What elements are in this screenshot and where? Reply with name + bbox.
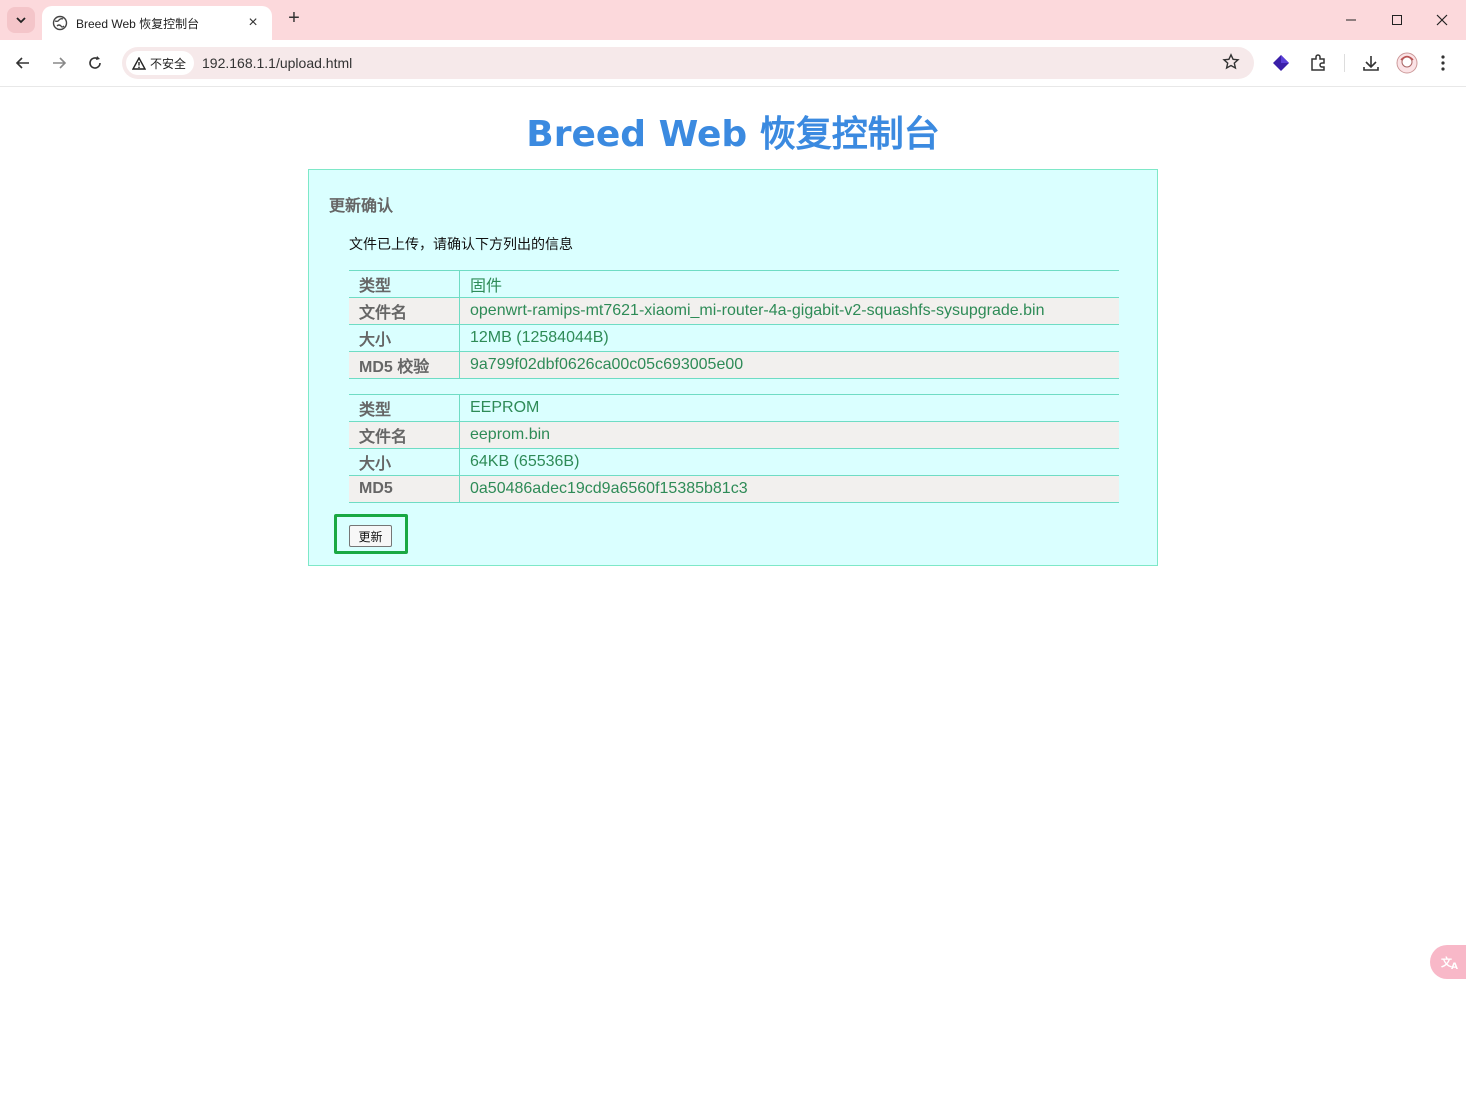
row-key: 类型 <box>349 270 460 298</box>
row-key: 大小 <box>349 448 460 476</box>
row-value: openwrt-ramips-mt7621-xiaomi_mi-router-4… <box>459 297 1119 325</box>
row-value: 64KB (65536B) <box>459 448 1119 476</box>
row-value: 固件 <box>459 270 1119 298</box>
row-value: 0a50486adec19cd9a6560f15385b81c3 <box>459 475 1119 503</box>
extensions-puzzle-icon[interactable] <box>1306 51 1330 75</box>
url-text[interactable]: 192.168.1.1/upload.html <box>202 55 352 71</box>
star-icon[interactable] <box>1222 53 1240 76</box>
security-label: 不安全 <box>150 56 187 71</box>
browser-titlebar: Breed Web 恢复控制台 × + <box>0 0 1466 40</box>
browser-toolbar: 不安全 192.168.1.1/upload.html <box>0 40 1466 87</box>
close-icon[interactable]: × <box>244 14 262 32</box>
eeprom-info-table: 类型 EEPROM 文件名 eeprom.bin 大小 64KB (65536B… <box>349 394 1119 503</box>
row-value: 9a799f02dbf0626ca00c05c693005e00 <box>459 351 1119 379</box>
row-key: 大小 <box>349 324 460 352</box>
profile-avatar-icon[interactable] <box>1395 51 1419 75</box>
row-key: 文件名 <box>349 297 460 325</box>
table-row: 大小 12MB (12584044B) <box>349 324 1119 352</box>
warning-icon <box>132 56 146 70</box>
translate-icon[interactable]: 文A <box>1430 945 1466 979</box>
svg-text:A: A <box>1451 962 1458 971</box>
intro-text: 文件已上传，请确认下方列出的信息 <box>349 236 573 252</box>
maximize-icon[interactable] <box>1382 8 1412 32</box>
table-row: 文件名 eeprom.bin <box>349 421 1119 449</box>
globe-icon <box>52 15 68 31</box>
address-bar[interactable]: 不安全 192.168.1.1/upload.html <box>122 47 1254 79</box>
table-row: MD5 0a50486adec19cd9a6560f15385b81c3 <box>349 475 1119 503</box>
table-row: 文件名 openwrt-ramips-mt7621-xiaomi_mi-rout… <box>349 297 1119 325</box>
tab-title: Breed Web 恢复控制台 <box>76 16 200 31</box>
reload-icon[interactable] <box>83 51 107 75</box>
update-confirm-panel: 更新确认 文件已上传，请确认下方列出的信息 类型 固件 文件名 openwrt-… <box>308 169 1158 566</box>
minimize-icon[interactable] <box>1336 8 1366 32</box>
table-row: 类型 固件 <box>349 270 1119 298</box>
panel-title: 更新确认 <box>329 198 394 215</box>
row-value: 12MB (12584044B) <box>459 324 1119 352</box>
toolbar-divider <box>1344 54 1345 72</box>
update-button[interactable]: 更新 <box>349 525 392 547</box>
page-viewport: Breed Web 恢复控制台 更新确认 文件已上传，请确认下方列出的信息 类型… <box>0 87 1466 1111</box>
security-chip[interactable]: 不安全 <box>126 51 195 75</box>
row-key: 类型 <box>349 394 460 422</box>
row-value: eeprom.bin <box>459 421 1119 449</box>
new-tab-button[interactable]: + <box>284 7 304 30</box>
tab-search-icon[interactable] <box>7 7 35 33</box>
row-key: MD5 校验 <box>349 351 460 379</box>
table-row: 大小 64KB (65536B) <box>349 448 1119 476</box>
row-value: EEPROM <box>459 394 1119 422</box>
table-row: MD5 校验 9a799f02dbf0626ca00c05c693005e00 <box>349 351 1119 379</box>
page-title: Breed Web 恢复控制台 <box>526 114 940 155</box>
table-row: 类型 EEPROM <box>349 394 1119 422</box>
row-key: 文件名 <box>349 421 460 449</box>
forward-icon[interactable] <box>47 51 71 75</box>
firmware-info-table: 类型 固件 文件名 openwrt-ramips-mt7621-xiaomi_m… <box>349 270 1119 379</box>
back-icon[interactable] <box>11 51 35 75</box>
row-key: MD5 <box>349 475 460 503</box>
more-menu-icon[interactable] <box>1431 51 1455 75</box>
window-close-icon[interactable] <box>1427 8 1457 32</box>
download-icon[interactable] <box>1359 51 1383 75</box>
extension-diamond-icon[interactable] <box>1269 51 1293 75</box>
browser-tab[interactable]: Breed Web 恢复控制台 × <box>42 6 272 40</box>
